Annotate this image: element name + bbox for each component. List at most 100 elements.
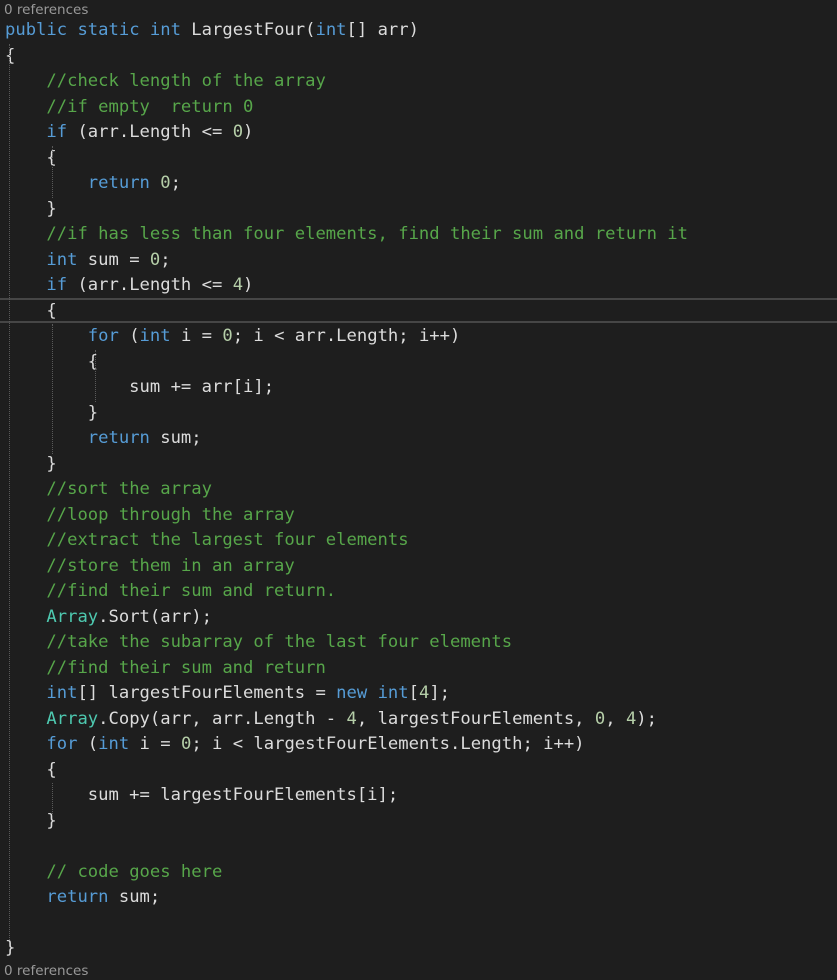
code-token: return: [87, 428, 150, 448]
code-token: Array: [46, 606, 99, 627]
code-token: //check length of the array: [46, 71, 326, 91]
code-token: .Copy(arr, arr.Length -: [98, 708, 347, 729]
indent-guide: [95, 350, 96, 402]
code-line: {: [5, 299, 837, 325]
code-token: ;: [170, 173, 181, 193]
code-line: }: [5, 452, 837, 478]
code-line: int sum = 0;: [5, 248, 837, 274]
code-token: );: [636, 708, 657, 729]
code-token: //extract the largest four elements: [46, 530, 409, 550]
code-token: (: [77, 734, 99, 754]
code-token: ;: [160, 249, 171, 270]
code-token: [: [408, 683, 419, 703]
code-token: }: [5, 198, 57, 219]
code-line: //if has less than four elements, find t…: [5, 222, 837, 248]
code-token: {: [5, 759, 57, 780]
code-token: //take the subarray of the last four ele…: [46, 632, 513, 652]
code-token: int: [98, 734, 130, 754]
code-lens-references-top[interactable]: 0 references: [4, 1, 88, 19]
code-token: ; i < arr.Length; i++): [232, 326, 461, 346]
code-token: .Sort(arr);: [98, 606, 212, 627]
code-line: }: [5, 401, 837, 427]
code-token: //find their sum and return.: [46, 581, 337, 601]
indent-guide: [52, 146, 53, 198]
code-token: sum += largestFourElements[i];: [5, 785, 399, 805]
code-token: i =: [170, 326, 223, 346]
code-token: ; i < largestFourElements.Length; i++): [191, 734, 585, 754]
code-line: {: [5, 146, 837, 172]
code-token: for: [87, 326, 119, 346]
code-line: }: [5, 197, 837, 223]
code-line: public static int LargestFour(int[] arr): [5, 18, 837, 44]
code-token: {: [5, 45, 16, 66]
code-editor[interactable]: 0 references public static int LargestFo…: [0, 0, 837, 979]
code-token: int: [149, 20, 181, 40]
code-token: sum;: [108, 887, 161, 907]
code-token: 0: [594, 708, 606, 729]
code-token: //loop through the array: [46, 504, 295, 525]
code-line: //store them in an array: [5, 554, 837, 580]
code-line: //if empty return 0: [5, 95, 837, 121]
code-line: Array.Sort(arr);: [5, 605, 837, 631]
code-token: 4: [232, 275, 244, 295]
code-line: //check length of the array: [5, 69, 837, 95]
code-token: (arr.Length <=: [67, 122, 233, 142]
indent-guide: [52, 324, 53, 454]
code-line: for (int i = 0; i < largestFourElements.…: [5, 732, 837, 758]
code-token: {: [5, 147, 57, 168]
code-line: //sort the array: [5, 477, 837, 503]
code-line: for (int i = 0; i < arr.Length; i++): [5, 324, 837, 350]
code-token: public: [5, 20, 68, 40]
code-token: ): [243, 122, 254, 142]
code-line: if (arr.Length <= 4): [5, 273, 837, 299]
code-token: {: [5, 300, 57, 321]
code-token: if: [46, 122, 68, 142]
code-line: return sum;: [5, 885, 837, 911]
code-token: //find their sum and return: [46, 657, 326, 678]
code-token: sum;: [149, 428, 202, 448]
code-token: for: [46, 734, 78, 754]
code-token: [] largestFourElements =: [77, 683, 337, 703]
code-line: }: [5, 936, 837, 962]
code-token: 4: [625, 708, 637, 729]
code-line: int[] largestFourElements = new int[4];: [5, 681, 837, 707]
code-token: ];: [429, 683, 451, 703]
code-line: }: [5, 809, 837, 835]
code-token: //sort the array: [46, 479, 212, 499]
code-line: return 0;: [5, 171, 837, 197]
code-token: static: [77, 20, 140, 40]
code-token: if: [46, 275, 68, 295]
code-lens-references-bottom[interactable]: 0 references: [4, 962, 88, 980]
code-token: //if empty return 0: [46, 96, 254, 117]
code-token: sum =: [77, 249, 150, 270]
code-line: Array.Copy(arr, arr.Length - 4, largestF…: [5, 707, 837, 733]
code-token: return: [87, 173, 150, 193]
code-token: 0: [180, 734, 192, 754]
code-line: //take the subarray of the last four ele…: [5, 630, 837, 656]
code-line: {: [5, 758, 837, 784]
code-token: [] arr): [346, 20, 419, 40]
code-token: 0: [222, 326, 233, 346]
code-token: LargestFour(: [180, 20, 316, 40]
code-line: //loop through the array: [5, 503, 837, 529]
code-token: 4: [418, 683, 430, 703]
